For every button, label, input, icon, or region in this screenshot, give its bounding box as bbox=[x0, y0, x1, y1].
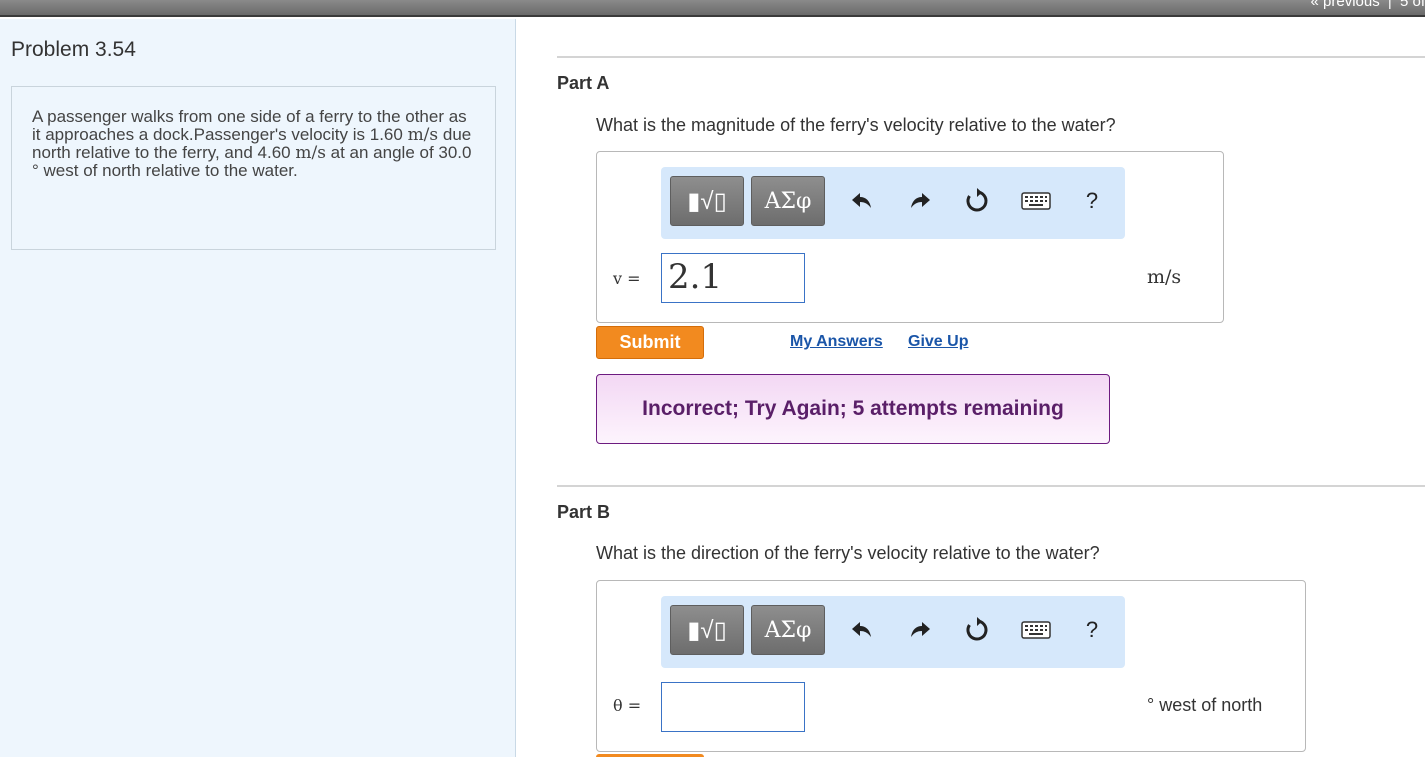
part-b-variable-label: θ = bbox=[613, 696, 642, 715]
greek-symbols-button[interactable]: ΑΣφ bbox=[751, 605, 825, 655]
top-navigation-bar: « previous | 5 of bbox=[0, 0, 1425, 17]
undo-icon[interactable] bbox=[847, 612, 877, 648]
part-b-unit: ° west of north bbox=[1147, 695, 1263, 715]
part-a-variable-label: v = bbox=[613, 269, 641, 288]
part-b-answer-box: ▮√▯ ΑΣφ ? θ = ° west of north bbox=[596, 580, 1306, 752]
give-up-link[interactable]: Give Up bbox=[908, 333, 968, 351]
reset-icon[interactable] bbox=[962, 183, 992, 219]
keyboard-icon[interactable] bbox=[1019, 612, 1053, 648]
math-toolbar: ▮√▯ ΑΣφ ? bbox=[661, 596, 1125, 668]
redo-icon[interactable] bbox=[905, 183, 935, 219]
part-b-divider bbox=[557, 485, 1425, 487]
redo-icon[interactable] bbox=[905, 612, 935, 648]
feedback-message: Incorrect; Try Again; 5 attempts remaini… bbox=[596, 374, 1110, 444]
my-answers-link[interactable]: My Answers bbox=[790, 333, 883, 351]
problem-text-3: at an angle of 30.0 bbox=[325, 143, 472, 162]
part-a-answer-box: ▮√▯ ΑΣφ ? v = 2.1 m/s bbox=[596, 151, 1224, 323]
unit-m-per-s: m/s bbox=[407, 125, 439, 145]
help-icon[interactable]: ? bbox=[1077, 612, 1107, 648]
submit-button[interactable]: Submit bbox=[596, 326, 704, 359]
undo-icon[interactable] bbox=[847, 183, 877, 219]
part-b-label: Part B bbox=[557, 502, 611, 522]
problem-pager: « previous | 5 of bbox=[1307, 0, 1425, 10]
part-a-label: Part A bbox=[557, 73, 610, 93]
problem-text-1: A passenger walks from one side of a fer… bbox=[32, 107, 467, 144]
problem-statement: A passenger walks from one side of a fer… bbox=[11, 86, 496, 250]
greek-symbols-button[interactable]: ΑΣφ bbox=[751, 176, 825, 226]
problem-panel: Problem 3.54 A passenger walks from one … bbox=[0, 19, 516, 757]
reset-icon[interactable] bbox=[962, 612, 992, 648]
templates-button[interactable]: ▮√▯ bbox=[670, 176, 744, 226]
part-a-answer-input[interactable]: 2.1 bbox=[661, 253, 805, 303]
previous-link[interactable]: « previous bbox=[1311, 0, 1380, 10]
part-b-answer-input[interactable] bbox=[661, 682, 805, 732]
part-a-question: What is the magnitude of the ferry's vel… bbox=[596, 115, 1116, 135]
problem-title: Problem 3.54 bbox=[11, 38, 136, 61]
part-a-unit: m/s bbox=[1147, 266, 1182, 288]
math-toolbar: ▮√▯ ΑΣφ ? bbox=[661, 167, 1125, 239]
degree-symbol: ° bbox=[32, 161, 44, 180]
keyboard-icon[interactable] bbox=[1019, 183, 1053, 219]
problem-text-4: west of north relative to the water. bbox=[43, 161, 298, 180]
help-icon[interactable]: ? bbox=[1077, 183, 1107, 219]
templates-button[interactable]: ▮√▯ bbox=[670, 605, 744, 655]
part-a-divider bbox=[557, 56, 1425, 58]
pager-position: 5 of bbox=[1399, 0, 1425, 10]
pager-separator: | bbox=[1387, 0, 1392, 10]
unit-m-per-s: m/s bbox=[295, 143, 326, 163]
part-b-question: What is the direction of the ferry's vel… bbox=[596, 543, 1100, 563]
